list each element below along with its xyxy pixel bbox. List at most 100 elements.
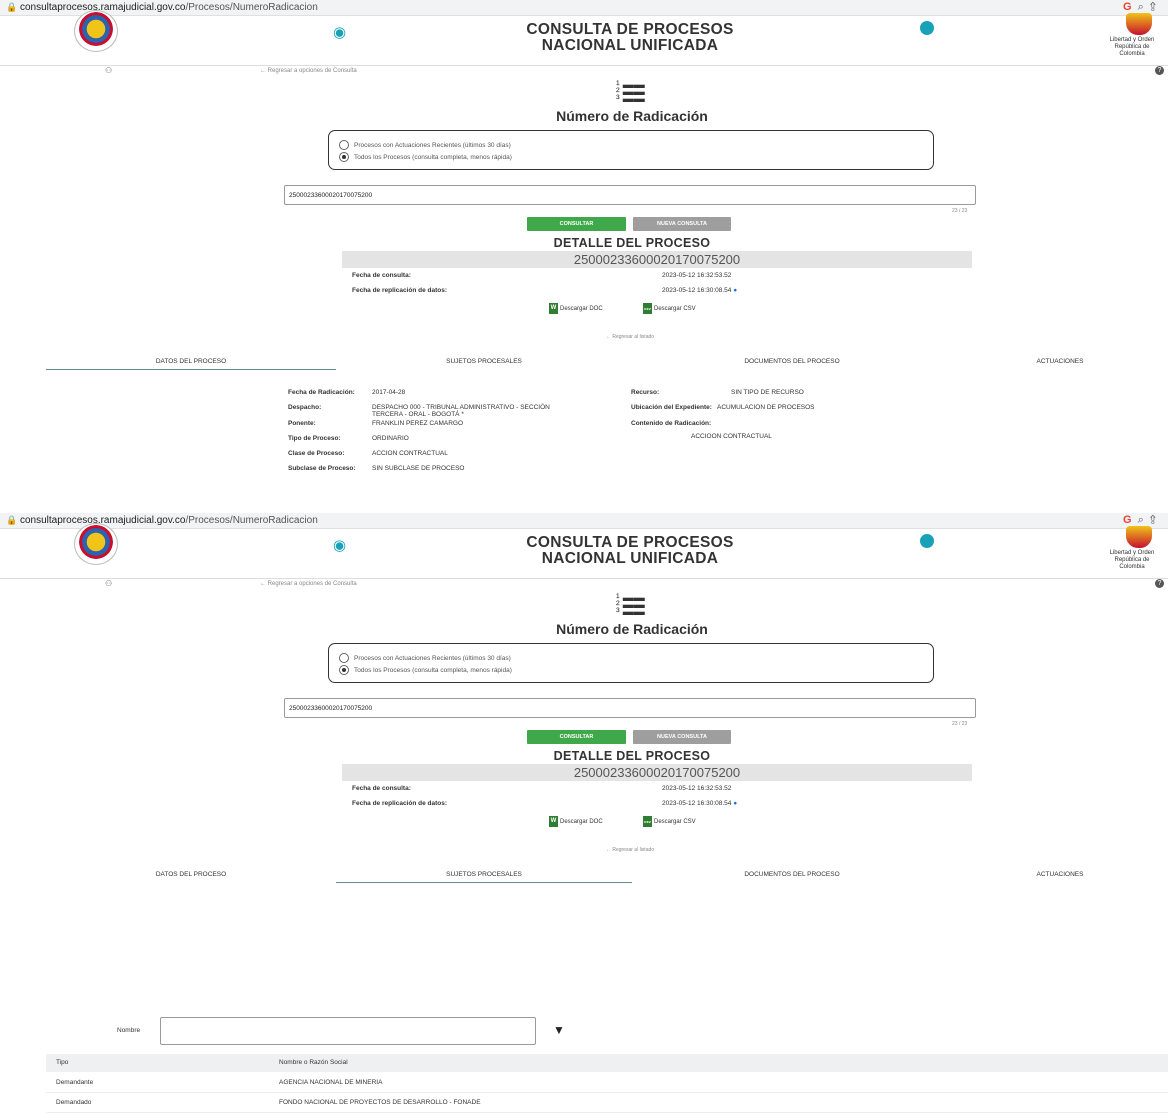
address-bar[interactable]: 🔒 consultaprocesos.ramajudicial.gov.co/P… [0, 513, 1168, 529]
row-nombre: FONDO NACIONAL DE PROYECTOS DE DESARROLL… [279, 1099, 481, 1106]
subclase-proceso-label: Subclase de Proceso: [288, 465, 356, 472]
col-nombre: Nombre o Razón Social [279, 1059, 348, 1066]
radio-recent-circle[interactable] [339, 653, 349, 663]
ponente-value: FRANKLIN PEREZ CAMARGO [372, 420, 464, 427]
radio-all[interactable]: Todos los Procesos (consulta completa, m… [339, 665, 512, 675]
fecha-radicacion-value: 2017-04-28 [372, 389, 406, 396]
radio-all[interactable]: Todos los Procesos (consulta completa, m… [339, 152, 512, 162]
accessibility-icon[interactable]: ⚇ [105, 66, 112, 75]
back-to-options-link[interactable]: ← Regresar a opciones de Consulta [260, 581, 357, 587]
tab-actuaciones[interactable]: ACTUACIONES [952, 868, 1168, 882]
tab-actuaciones[interactable]: ACTUACIONES [952, 355, 1168, 369]
fecha-replicacion-label: Fecha de replicación de datos: [352, 800, 447, 807]
back-to-list-link[interactable]: ← Regresar al listado [0, 847, 1168, 853]
url-text[interactable]: consultaprocesos.ramajudicial.gov.co/Pro… [20, 513, 318, 528]
tab-datos-proceso[interactable]: DATOS DEL PROCESO [46, 355, 336, 370]
google-icon[interactable]: G [1123, 514, 1138, 526]
fecha-consulta-value: 2023-05-12 16:32:53.52 [662, 785, 732, 792]
share-icon[interactable]: ⇪ [1150, 514, 1162, 526]
url-text[interactable]: consultaprocesos.ramajudicial.gov.co/Pro… [20, 0, 318, 15]
help-icon[interactable]: ? [1155, 579, 1164, 588]
site-header: ◉ CONSULTA DE PROCESOS NACIONAL UNIFICAD… [0, 523, 1168, 579]
fecha-consulta-label: Fecha de consulta: [352, 785, 411, 792]
eye-icon[interactable]: ◉ [333, 23, 346, 41]
address-bar[interactable]: 🔒 consultaprocesos.ramajudicial.gov.co/P… [0, 0, 1168, 16]
help-icon[interactable]: ? [1155, 66, 1164, 75]
page-heading: Número de Radicación [556, 108, 708, 124]
contenido-label: Contenido de Radicación: [631, 420, 712, 427]
radio-recent[interactable]: Procesos con Actuaciones Recientes (últi… [339, 140, 511, 150]
fecha-consulta-label: Fecha de consulta: [352, 272, 411, 279]
tipo-proceso-value: ORDINARIO [372, 435, 409, 442]
search-mode-box: Procesos con Actuaciones Recientes (últi… [328, 643, 934, 683]
nombre-filter-input[interactable] [160, 1017, 536, 1045]
row-tipo: Demandado [56, 1099, 92, 1106]
clase-proceso-label: Clase de Proceso: [288, 450, 345, 457]
zoom-icon[interactable]: ⌕ [1138, 514, 1150, 526]
ponente-label: Ponente: [288, 420, 316, 427]
nombre-filter-label: Nombre [117, 1027, 141, 1034]
title-line-2: NACIONAL UNIFICADA [541, 550, 719, 567]
radio-recent[interactable]: Procesos con Actuaciones Recientes (últi… [339, 653, 511, 663]
char-counter: 23 / 23 [952, 208, 968, 214]
title-line-1: CONSULTA DE PROCESOS [526, 534, 734, 551]
download-csv-button[interactable]: csv Descargar CSV [643, 303, 696, 314]
char-counter: 23 / 23 [952, 721, 968, 727]
radio-recent-circle[interactable] [339, 140, 349, 150]
tab-datos-proceso[interactable]: DATOS DEL PROCESO [46, 868, 336, 882]
filter-icon[interactable]: ▼ [553, 1023, 565, 1037]
eye-icon[interactable]: ◉ [333, 536, 346, 554]
google-icon[interactable]: G [1123, 1, 1138, 13]
user-icon[interactable] [920, 534, 934, 548]
col-tipo: Tipo [56, 1059, 69, 1066]
numbered-list-icon: ¹ ▬▬ ² ▬▬ ³ ▬▬ [616, 592, 645, 618]
nueva-consulta-button[interactable]: NUEVA CONSULTA [633, 217, 731, 231]
info-icon[interactable]: ● [733, 287, 737, 294]
nueva-consulta-button[interactable]: NUEVA CONSULTA [633, 730, 731, 744]
despacho-label: Despacho: [288, 404, 322, 411]
consultar-button[interactable]: CONSULTAR [527, 730, 626, 744]
site-title: CONSULTA DE PROCESOS NACIONAL UNIFICADA [470, 22, 790, 54]
consultar-button[interactable]: CONSULTAR [527, 217, 626, 231]
rama-judicial-logo [74, 10, 118, 52]
colombia-crest-icon [1126, 526, 1152, 548]
radicacion-input[interactable]: 25000233600020170075200 [284, 698, 976, 718]
radio-all-circle[interactable] [339, 665, 349, 675]
colombia-crest-icon [1126, 13, 1152, 35]
subclase-proceso-value: SIN SUBCLASE DE PROCESO [372, 465, 465, 472]
process-tabs: DATOS DEL PROCESO SUJETOS PROCESALES DOC… [0, 355, 1168, 371]
search-mode-box: Procesos con Actuaciones Recientes (últi… [328, 130, 934, 170]
accessibility-icon[interactable]: ⚇ [105, 579, 112, 588]
back-to-list-link[interactable]: ← Regresar al listado [0, 334, 1168, 340]
info-icon[interactable]: ● [733, 800, 737, 807]
clase-proceso-value: ACCION CONTRACTUAL [372, 450, 448, 457]
user-icon[interactable] [920, 21, 934, 35]
lock-icon: 🔒 [6, 2, 18, 12]
tab-documentos[interactable]: DOCUMENTOS DEL PROCESO [632, 355, 952, 369]
fecha-consulta-value: 2023-05-12 16:32:53.52 [662, 272, 732, 279]
title-line-2: NACIONAL UNIFICADA [541, 37, 719, 54]
detail-heading: DETALLE DEL PROCESO [553, 749, 711, 763]
table-row: Demandado FONDO NACIONAL DE PROYECTOS DE… [46, 1094, 1168, 1113]
sujetos-table-header: Tipo Nombre o Razón Social [46, 1054, 1168, 1072]
download-doc-button[interactable]: W Descargar DOC [549, 303, 603, 314]
process-number: 25000233600020170075200 [342, 764, 972, 781]
csv-file-icon: csv [643, 303, 652, 314]
download-csv-button[interactable]: csv Descargar CSV [643, 816, 696, 827]
fecha-replicacion-label: Fecha de replicación de datos: [352, 287, 447, 294]
process-number: 25000233600020170075200 [342, 251, 972, 268]
tab-sujetos-procesales[interactable]: SUJETOS PROCESALES [336, 868, 632, 883]
contenido-value: ACCIOON CONTRACTUAL [691, 433, 772, 440]
radicacion-input[interactable]: 25000233600020170075200 [284, 185, 976, 205]
download-doc-button[interactable]: W Descargar DOC [549, 816, 603, 827]
tab-sujetos-procesales[interactable]: SUJETOS PROCESALES [336, 355, 632, 369]
word-file-icon: W [549, 816, 558, 827]
zoom-icon[interactable]: ⌕ [1138, 1, 1150, 13]
site-header: ◉ CONSULTA DE PROCESOS NACIONAL UNIFICAD… [0, 10, 1168, 66]
share-icon[interactable]: ⇪ [1150, 1, 1162, 13]
title-line-1: CONSULTA DE PROCESOS [526, 21, 734, 38]
row-tipo: Demandante [56, 1079, 94, 1086]
back-to-options-link[interactable]: ← Regresar a opciones de Consulta [260, 68, 357, 74]
tab-documentos[interactable]: DOCUMENTOS DEL PROCESO [632, 868, 952, 882]
radio-all-circle[interactable] [339, 152, 349, 162]
